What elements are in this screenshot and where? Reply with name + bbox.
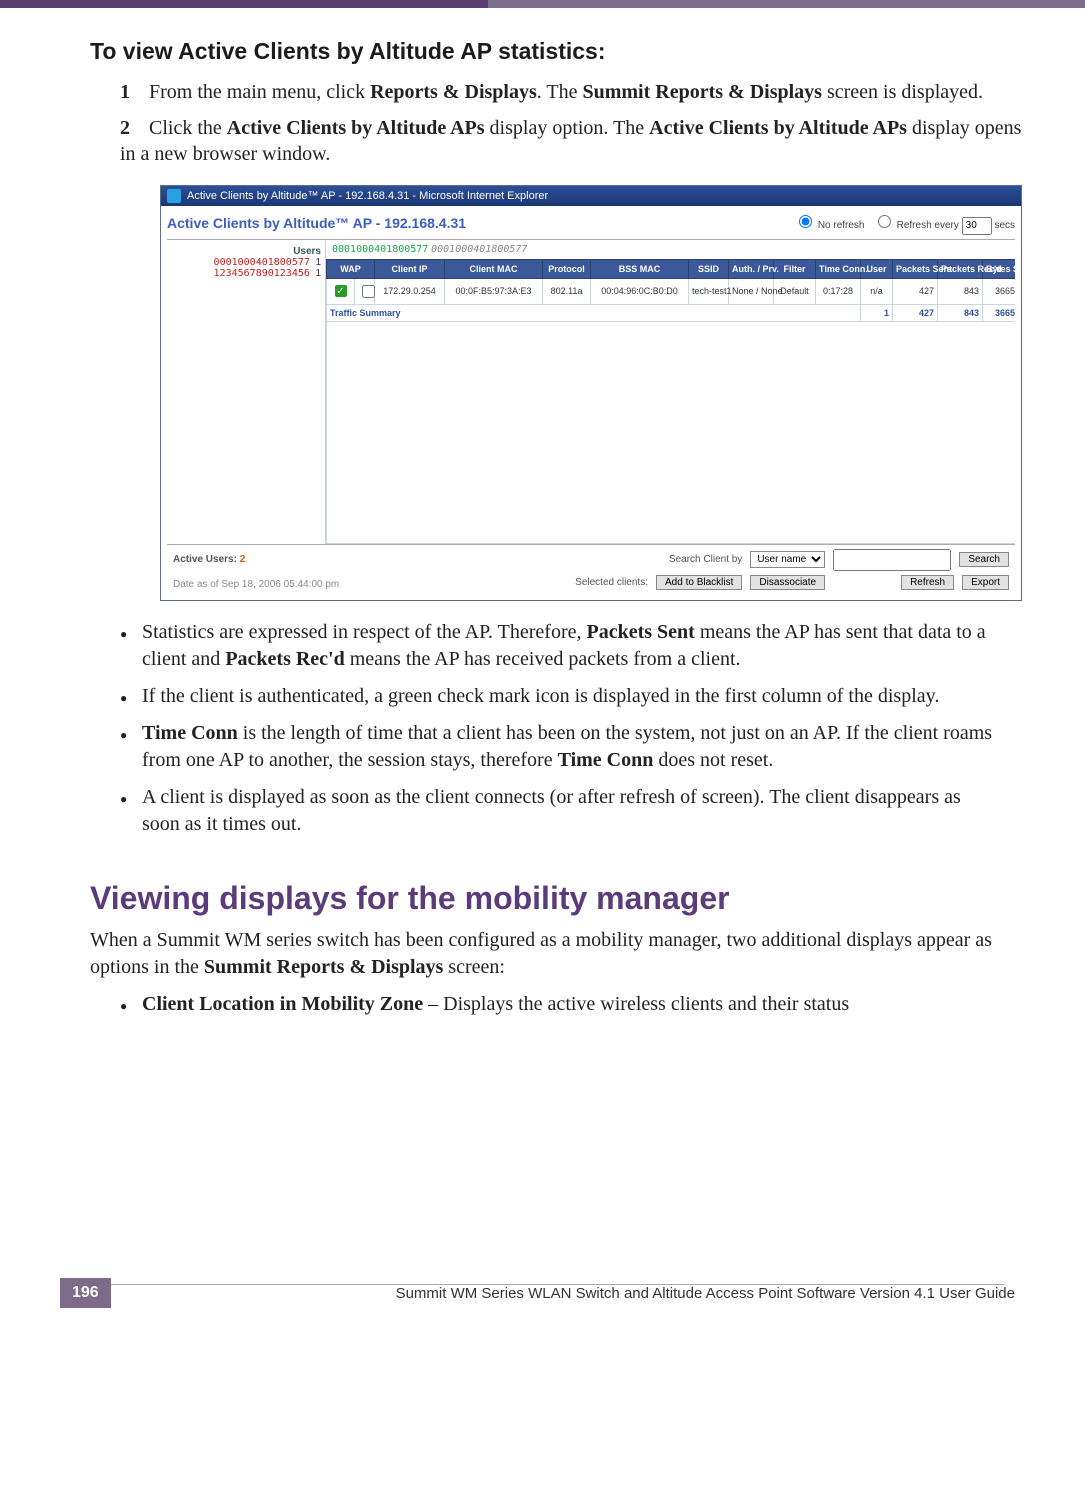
col-auth: Auth. / Prv. — [729, 259, 774, 278]
list-item: A client is displayed as soon as the cli… — [120, 784, 995, 838]
page-title: Active Clients by Altitude™ AP - 192.168… — [167, 215, 466, 231]
col-packets-recd: Packets Rec'd — [938, 259, 983, 278]
window-titlebar: Active Clients by Altitude™ AP - 192.168… — [161, 186, 1021, 206]
add-to-blacklist-button[interactable]: Add to Blacklist — [656, 575, 742, 590]
ie-icon — [167, 189, 181, 203]
table-header-row: WAP Client IP Client MAC Protocol BSS MA… — [327, 259, 1016, 278]
search-button[interactable]: Search — [959, 552, 1009, 567]
step-number: 2 — [120, 115, 144, 141]
body-paragraph: When a Summit WM series switch has been … — [90, 927, 995, 981]
mac-title-row: 0001000401800577 0001000401800577 — [326, 244, 1015, 259]
col-client-mac: Client MAC — [445, 259, 543, 278]
section-title: To view Active Clients by Altitude AP st… — [90, 38, 1025, 65]
col-bss-mac: BSS MAC — [591, 259, 689, 278]
col-time: Time Conn. — [816, 259, 861, 278]
col-packets-sent: Packets Sent — [893, 259, 938, 278]
export-button[interactable]: Export — [962, 575, 1009, 590]
refresh-controls: No refresh Refresh every secs — [794, 212, 1015, 235]
clients-table: WAP Client IP Client MAC Protocol BSS MA… — [326, 259, 1015, 544]
search-input[interactable] — [833, 549, 951, 571]
user-mac[interactable]: 1234567890123456 — [214, 268, 310, 279]
footer-guide-title: Summit WM Series WLAN Switch and Altitud… — [111, 1284, 1025, 1302]
users-header: Users — [171, 246, 321, 257]
col-bytes-sent: Bytes Sent — [983, 259, 1015, 278]
step-number: 1 — [120, 79, 144, 105]
step-item: 1 From the main menu, click Reports & Di… — [120, 79, 1025, 105]
list-item: Time Conn is the length of time that a c… — [120, 720, 995, 774]
page-number: 196 — [60, 1278, 111, 1308]
list-item: Client Location in Mobility Zone – Displ… — [120, 991, 995, 1018]
selected-clients-label: Selected clients: — [575, 577, 648, 588]
refresh-button[interactable]: Refresh — [901, 575, 954, 590]
row-select-checkbox[interactable] — [355, 278, 375, 304]
no-refresh-radio[interactable]: No refresh — [794, 220, 864, 231]
table-row[interactable]: ✓ 172.29.0.254 00:0F:B5:97:3A:E3 802.11a… — [327, 278, 1016, 304]
col-wap: WAP — [327, 259, 375, 278]
col-protocol: Protocol — [543, 259, 591, 278]
traffic-summary-row: Traffic Summary 1 427 843 3665 — [327, 304, 1016, 321]
list-item: Statistics are expressed in respect of t… — [120, 619, 995, 673]
screenshot-figure: Active Clients by Altitude™ AP - 192.168… — [160, 185, 1022, 601]
active-users-label: Active Users: 2 — [173, 554, 245, 565]
search-mode-select[interactable]: User name — [750, 551, 825, 568]
step-list: 1 From the main menu, click Reports & Di… — [120, 79, 1025, 167]
list-item: If the client is authenticated, a green … — [120, 683, 995, 710]
step-item: 2 Click the Active Clients by Altitude A… — [120, 115, 1025, 167]
col-ssid: SSID — [689, 259, 729, 278]
col-filter: Filter — [774, 259, 816, 278]
users-sidebar: Users 0001000401800577 1 123456789012345… — [167, 240, 326, 544]
col-client-ip: Client IP — [375, 259, 445, 278]
refresh-interval-input[interactable] — [962, 217, 992, 235]
disassociate-button[interactable]: Disassociate — [750, 575, 825, 590]
auth-check-icon: ✓ — [327, 278, 355, 304]
top-bar — [0, 0, 1085, 8]
bullet-list: Statistics are expressed in respect of t… — [120, 619, 995, 838]
user-mac[interactable]: 0001000401800577 — [214, 257, 310, 268]
subsection-heading: Viewing displays for the mobility manage… — [90, 880, 1025, 917]
refresh-every-radio[interactable]: Refresh every — [873, 220, 959, 231]
search-client-label: Search Client by — [669, 554, 742, 565]
bullet-list: Client Location in Mobility Zone – Displ… — [120, 991, 995, 1018]
date-stamp: Date as of Sep 18, 2006 05:44:00 pm — [173, 579, 339, 590]
window-title: Active Clients by Altitude™ AP - 192.168… — [187, 190, 548, 202]
